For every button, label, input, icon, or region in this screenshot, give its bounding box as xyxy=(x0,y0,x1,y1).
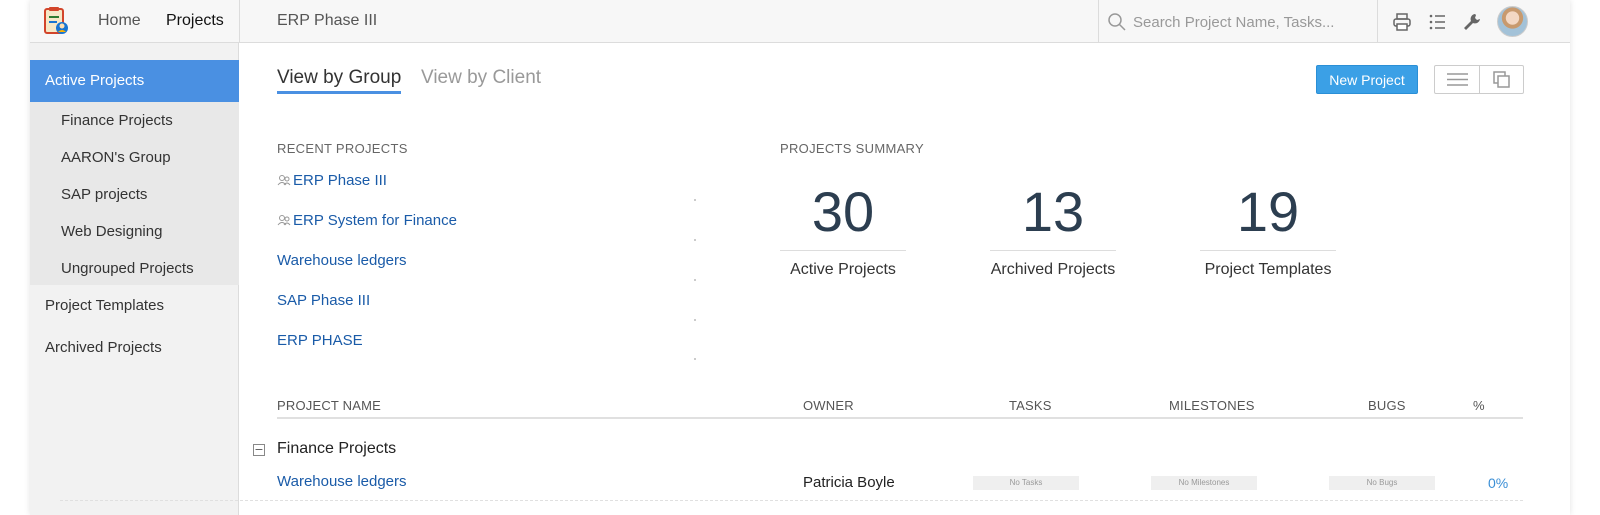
table-row-percent[interactable]: 0% xyxy=(1488,475,1508,491)
stat-label: Active Projects xyxy=(790,261,896,278)
separator-dot xyxy=(694,199,696,201)
recent-project-item[interactable]: Warehouse ledgers xyxy=(277,252,407,269)
stat-active-projects[interactable]: 30 Active Projects xyxy=(780,178,906,279)
milestones-progress-bar[interactable]: No Milestones xyxy=(1151,476,1257,490)
column-header-owner[interactable]: OWNER xyxy=(803,398,854,413)
user-avatar[interactable] xyxy=(1497,6,1528,37)
sidebar-item-web-designing[interactable]: Web Designing xyxy=(61,223,162,240)
column-header-bugs[interactable]: BUGS xyxy=(1368,398,1406,413)
new-project-button[interactable]: New Project xyxy=(1316,65,1418,94)
recent-project-label[interactable]: ERP System for Finance xyxy=(293,212,457,229)
wrench-icon[interactable] xyxy=(1462,12,1482,32)
recent-project-label[interactable]: ERP Phase III xyxy=(293,172,387,189)
list-view-button[interactable] xyxy=(1435,66,1480,93)
task-list-icon[interactable] xyxy=(1428,12,1448,32)
collapse-group-icon[interactable]: − xyxy=(253,444,265,456)
table-row-project-name[interactable]: Warehouse ledgers xyxy=(277,473,407,490)
list-view-icon xyxy=(1447,73,1468,86)
column-header-tasks[interactable]: TASKS xyxy=(1009,398,1052,413)
projects-summary-title: PROJECTS SUMMARY xyxy=(780,141,924,156)
column-header-percent[interactable]: % xyxy=(1473,398,1485,413)
search-box xyxy=(1098,0,1378,43)
recent-project-item[interactable]: ERP System for Finance xyxy=(277,212,457,229)
stat-value: 19 xyxy=(1236,180,1300,243)
stat-divider xyxy=(1200,250,1336,251)
recent-project-item[interactable]: ERP PHASE xyxy=(277,332,363,349)
top-bar: Home Projects ERP Phase III xyxy=(30,0,1570,43)
sidebar: Active Projects Finance Projects AARON's… xyxy=(30,43,239,515)
table-row-owner: Patricia Boyle xyxy=(803,474,895,491)
tab-view-by-client[interactable]: View by Client xyxy=(421,67,541,89)
shared-users-icon xyxy=(277,215,291,226)
stat-divider xyxy=(990,250,1116,251)
card-view-button[interactable] xyxy=(1480,66,1523,93)
app-logo-icon[interactable] xyxy=(40,6,72,38)
breadcrumb[interactable]: ERP Phase III xyxy=(277,12,377,30)
separator-dot xyxy=(694,279,696,281)
recent-projects-title: RECENT PROJECTS xyxy=(277,141,408,156)
table-group-name: Finance Projects xyxy=(277,440,397,457)
sidebar-item-sap-projects[interactable]: SAP projects xyxy=(61,186,147,203)
stat-label: Archived Projects xyxy=(990,261,1116,278)
separator-dot xyxy=(694,239,696,241)
sidebar-item-archived-projects[interactable]: Archived Projects xyxy=(45,339,162,356)
bugs-progress-bar[interactable]: No Bugs xyxy=(1329,476,1435,490)
stat-archived-projects[interactable]: 13 Archived Projects xyxy=(990,178,1116,279)
stat-project-templates[interactable]: 19 Project Templates xyxy=(1200,178,1336,279)
sidebar-subgroup: Finance Projects AARON's Group SAP proje… xyxy=(30,102,239,285)
nav-home[interactable]: Home xyxy=(98,12,141,30)
print-icon[interactable] xyxy=(1392,12,1412,32)
view-toggle xyxy=(1434,65,1524,94)
app-window: Home Projects ERP Phase III Active Pro xyxy=(30,0,1570,515)
tasks-progress-bar[interactable]: No Tasks xyxy=(973,476,1079,490)
sidebar-item-aarons-group[interactable]: AARON's Group xyxy=(61,149,171,166)
column-header-milestones[interactable]: MILESTONES xyxy=(1169,398,1255,413)
nav-projects[interactable]: Projects xyxy=(166,12,224,30)
search-input[interactable] xyxy=(1133,10,1369,34)
search-icon xyxy=(1108,13,1126,31)
row-divider xyxy=(60,500,1523,501)
stat-divider xyxy=(780,250,906,251)
stat-value: 30 xyxy=(811,180,875,243)
separator-dot xyxy=(694,358,696,360)
sidebar-item-active-projects[interactable]: Active Projects xyxy=(30,60,239,102)
stat-value: 13 xyxy=(1021,180,1085,243)
column-header-project-name[interactable]: PROJECT NAME xyxy=(277,398,381,413)
sidebar-item-project-templates[interactable]: Project Templates xyxy=(45,297,164,314)
active-tab-underline xyxy=(277,91,401,94)
stat-label: Project Templates xyxy=(1204,261,1332,278)
recent-project-item[interactable]: SAP Phase III xyxy=(277,292,370,309)
sidebar-item-ungrouped-projects[interactable]: Ungrouped Projects xyxy=(61,260,194,277)
separator-dot xyxy=(694,319,696,321)
topbar-divider xyxy=(239,0,240,43)
table-header-divider xyxy=(277,417,1523,419)
recent-project-item[interactable]: ERP Phase III xyxy=(277,172,387,189)
shared-users-icon xyxy=(277,175,291,186)
card-view-icon xyxy=(1493,71,1510,88)
tab-view-by-group[interactable]: View by Group xyxy=(277,67,401,89)
sidebar-item-finance-projects[interactable]: Finance Projects xyxy=(61,112,173,129)
